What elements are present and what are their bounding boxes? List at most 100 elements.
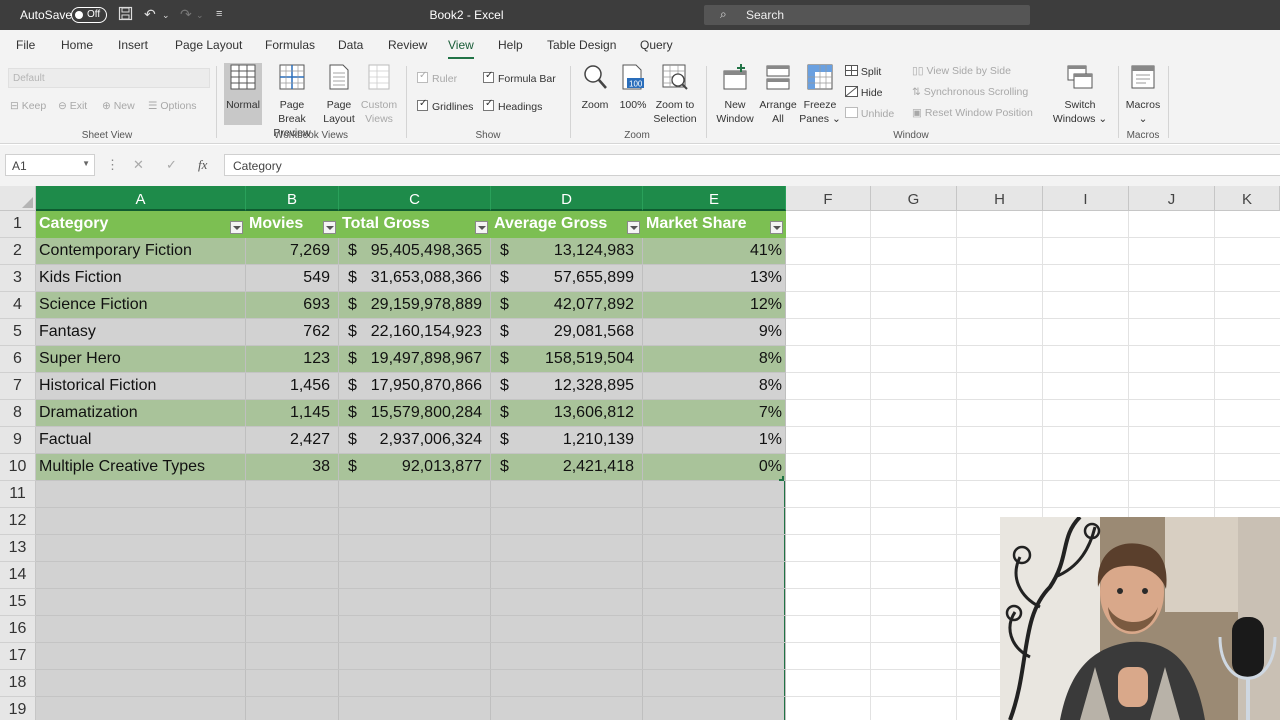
gridlines-checkbox[interactable]: Gridlines [417, 98, 473, 113]
split-button[interactable]: Split [845, 65, 881, 78]
filter-dropdown-icon[interactable] [230, 221, 243, 234]
column-header-c[interactable]: C [339, 186, 491, 211]
tab-table-design[interactable]: Table Design [547, 38, 616, 52]
zoom-button[interactable]: Zoom [578, 63, 612, 112]
cell-movies[interactable]: 123 [246, 346, 330, 373]
column-header-a[interactable]: A [36, 186, 246, 211]
row-header-2[interactable]: 2 [0, 238, 36, 265]
tab-view[interactable]: View [448, 38, 474, 59]
cell-category[interactable]: Historical Fiction [39, 373, 244, 400]
tab-review[interactable]: Review [388, 38, 427, 52]
cell-movies[interactable]: 549 [246, 265, 330, 292]
name-box[interactable]: A1 ▼ [5, 154, 95, 176]
tab-data[interactable]: Data [338, 38, 363, 52]
keep-button[interactable]: ⊟ Keep [10, 100, 46, 112]
cell-movies[interactable]: 693 [246, 292, 330, 319]
tab-formulas[interactable]: Formulas [265, 38, 315, 52]
new-view-button[interactable]: ⊕ New [102, 100, 135, 112]
row-header-16[interactable]: 16 [0, 616, 36, 643]
cell-average-gross[interactable]: 158,519,504 [512, 346, 634, 373]
cell-average-gross[interactable]: 2,421,418 [512, 454, 634, 481]
search-box[interactable]: ⌕ Search [704, 5, 1030, 25]
exit-button[interactable]: ⊖ Exit [58, 100, 87, 112]
table-header-category[interactable]: Category [36, 211, 228, 238]
cell-total-gross[interactable]: 92,013,877 [358, 454, 482, 481]
column-header-h[interactable]: H [957, 186, 1043, 211]
filter-dropdown-icon[interactable] [627, 221, 640, 234]
row-header-19[interactable]: 19 [0, 697, 36, 720]
formula-bar-checkbox[interactable]: Formula Bar [483, 70, 556, 85]
tab-help[interactable]: Help [498, 38, 523, 52]
filter-dropdown-icon[interactable] [475, 221, 488, 234]
row-header-10[interactable]: 10 [0, 454, 36, 481]
cell-average-gross[interactable]: 13,124,983 [512, 238, 634, 265]
column-header-i[interactable]: I [1043, 186, 1129, 211]
row-header-4[interactable]: 4 [0, 292, 36, 319]
column-header-b[interactable]: B [246, 186, 339, 211]
cell-market-share[interactable]: 8% [650, 373, 782, 400]
cell-market-share[interactable]: 9% [650, 319, 782, 346]
cell-category[interactable]: Science Fiction [39, 292, 244, 319]
row-header-11[interactable]: 11 [0, 481, 36, 508]
normal-view-button[interactable]: Normal [222, 63, 264, 112]
row-header-15[interactable]: 15 [0, 589, 36, 616]
column-header-j[interactable]: J [1129, 186, 1215, 211]
cell-average-gross[interactable]: 1,210,139 [512, 427, 634, 454]
insert-function-icon[interactable]: fx [198, 157, 207, 173]
cell-market-share[interactable]: 12% [650, 292, 782, 319]
table-header-market-share[interactable]: Market Share [643, 211, 768, 238]
cell-total-gross[interactable]: 31,653,088,366 [358, 265, 482, 292]
column-header-f[interactable]: F [786, 186, 871, 211]
table-header-movies[interactable]: Movies [246, 211, 321, 238]
tab-home[interactable]: Home [61, 38, 93, 52]
table-resize-handle[interactable] [779, 476, 784, 481]
row-header-9[interactable]: 9 [0, 427, 36, 454]
arrange-all-button[interactable]: Arrange All [758, 63, 798, 126]
cell-total-gross[interactable]: 19,497,898,967 [358, 346, 482, 373]
cell-average-gross[interactable]: 57,655,899 [512, 265, 634, 292]
tab-insert[interactable]: Insert [118, 38, 148, 52]
cell-total-gross[interactable]: 17,950,870,866 [358, 373, 482, 400]
cell-category[interactable]: Super Hero [39, 346, 244, 373]
cancel-icon[interactable]: ✕ [133, 157, 144, 173]
row-header-12[interactable]: 12 [0, 508, 36, 535]
filter-dropdown-icon[interactable] [323, 221, 336, 234]
row-header-18[interactable]: 18 [0, 670, 36, 697]
freeze-panes-button[interactable]: Freeze Panes ⌄ [798, 63, 842, 126]
cell-movies[interactable]: 7,269 [246, 238, 330, 265]
cell-total-gross[interactable]: 29,159,978,889 [358, 292, 482, 319]
column-header-e[interactable]: E [643, 186, 786, 211]
cell-market-share[interactable]: 1% [650, 427, 782, 454]
cell-average-gross[interactable]: 12,328,895 [512, 373, 634, 400]
cell-average-gross[interactable]: 29,081,568 [512, 319, 634, 346]
column-header-d[interactable]: D [491, 186, 643, 211]
row-header-5[interactable]: 5 [0, 319, 36, 346]
zoom-to-selection-button[interactable]: Zoom to Selection [652, 63, 698, 126]
cell-category[interactable]: Contemporary Fiction [39, 238, 244, 265]
cell-market-share[interactable]: 41% [650, 238, 782, 265]
cell-market-share[interactable]: 7% [650, 400, 782, 427]
cell-movies[interactable]: 1,145 [246, 400, 330, 427]
cell-category[interactable]: Dramatization [39, 400, 244, 427]
column-header-k[interactable]: K [1215, 186, 1280, 211]
formula-input[interactable]: Category [224, 154, 1280, 176]
sheet-view-dropdown[interactable]: Default [8, 68, 210, 88]
tab-query[interactable]: Query [640, 38, 673, 52]
cell-movies[interactable]: 1,456 [246, 373, 330, 400]
filter-dropdown-icon[interactable] [770, 221, 783, 234]
unhide-button[interactable]: Unhide [845, 107, 894, 120]
cell-category[interactable]: Fantasy [39, 319, 244, 346]
page-break-preview-button[interactable]: Page Break Preview [265, 63, 319, 140]
switch-windows-button[interactable]: Switch Windows ⌄ [1050, 63, 1110, 126]
row-header-8[interactable]: 8 [0, 400, 36, 427]
column-header-g[interactable]: G [871, 186, 957, 211]
cell-category[interactable]: Factual [39, 427, 244, 454]
cell-total-gross[interactable]: 22,160,154,923 [358, 319, 482, 346]
view-side-by-side-button[interactable]: ▯▯ View Side by Side [912, 65, 1011, 77]
cell-category[interactable]: Kids Fiction [39, 265, 244, 292]
cell-market-share[interactable]: 13% [650, 265, 782, 292]
new-window-button[interactable]: New Window [712, 63, 758, 126]
cell-total-gross[interactable]: 95,405,498,365 [358, 238, 482, 265]
cell-total-gross[interactable]: 15,579,800,284 [358, 400, 482, 427]
row-header-1[interactable]: 1 [0, 211, 36, 238]
